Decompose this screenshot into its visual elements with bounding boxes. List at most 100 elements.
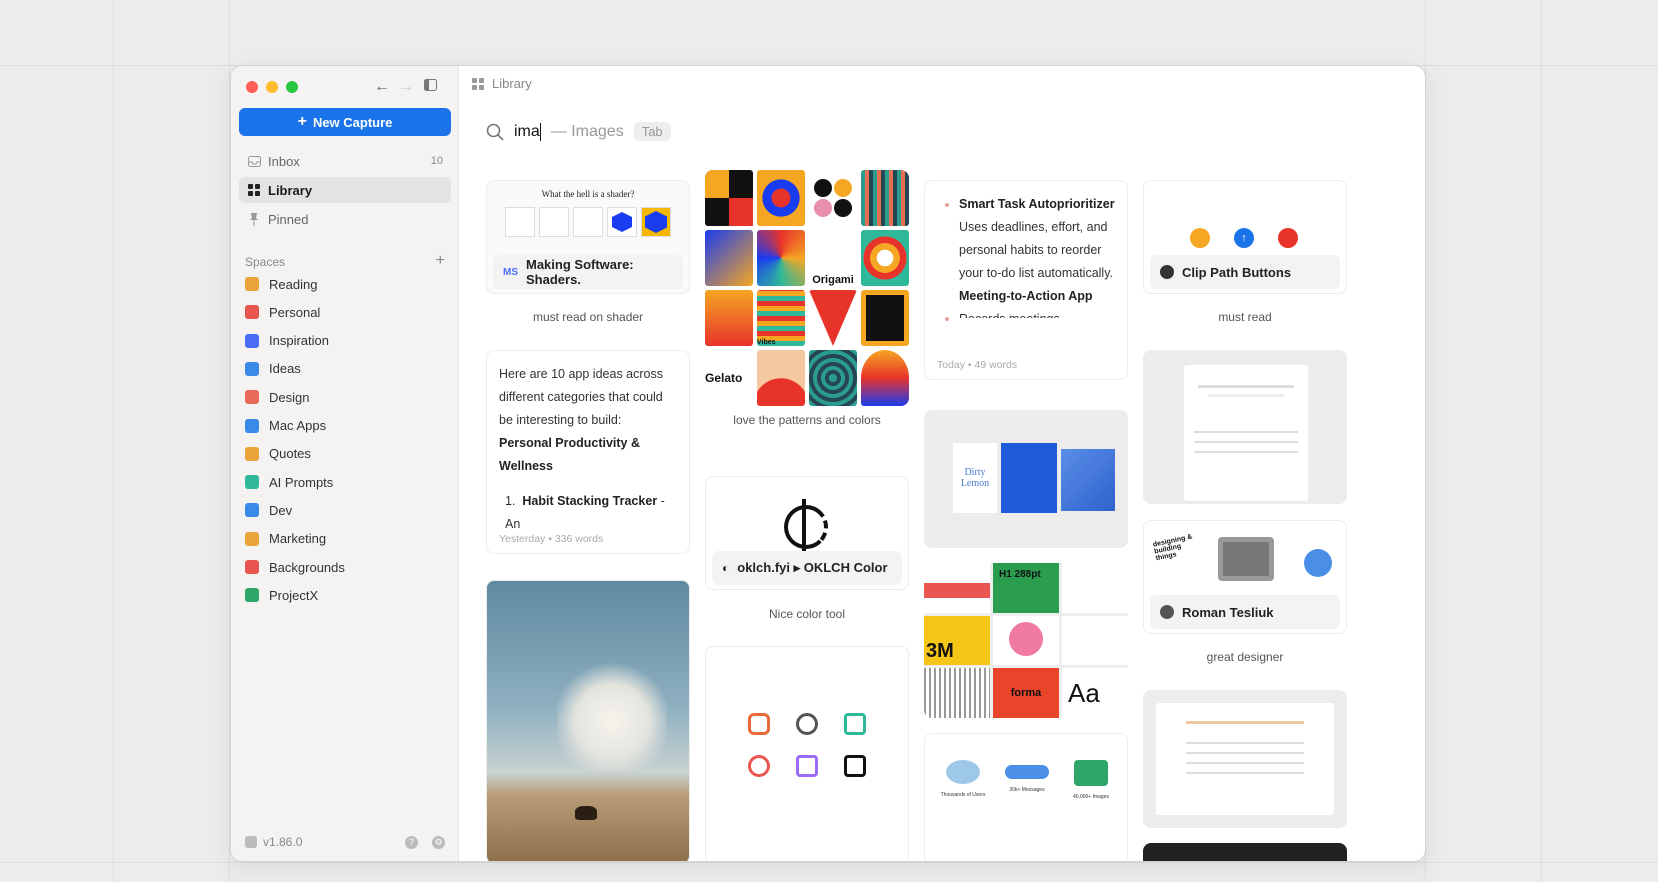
forma-big-label: 3M xyxy=(924,615,990,666)
sidebar-item-label: Ideas xyxy=(269,361,301,377)
sidebar-item-label: Inbox xyxy=(268,153,300,169)
sidebar-item-label: Inspiration xyxy=(269,333,329,349)
oklch-caption: Nice color tool xyxy=(768,607,846,621)
sidebar-footer: v1.86.0 ? ⚙ xyxy=(245,835,445,849)
settings-gear-icon[interactable]: ⚙ xyxy=(432,835,445,849)
dirty-lemon-card[interactable]: Dirty Lemon xyxy=(924,410,1128,548)
blue-texture-thumb xyxy=(1061,449,1115,511)
sidebar-item-ideas[interactable]: Ideas xyxy=(245,357,301,381)
sidebar-item-inbox[interactable]: Inbox 10 xyxy=(239,148,451,174)
stats-row: Thousands of Users 30k+ Messages 40,000+… xyxy=(931,760,1123,800)
icon-grid xyxy=(748,713,892,777)
add-space-plus-icon[interactable]: + xyxy=(436,253,445,269)
bullet-dot xyxy=(945,203,949,207)
oklch-link-pill[interactable]: ◐ oklch.fyi ▸ OKLCH Color xyxy=(712,551,902,585)
sidebar-item-quotes[interactable]: Quotes xyxy=(245,442,311,466)
shader-card[interactable]: What the hell is a shader? MS Making Sof… xyxy=(486,180,690,294)
forward-arrow-icon[interactable]: → xyxy=(395,76,417,98)
shader-link-label: Making Software: Shaders. xyxy=(526,257,634,287)
search-bar[interactable]: ima — Images Tab xyxy=(486,122,671,141)
sidebar-item-label: AI Prompts xyxy=(269,474,334,490)
guide-line xyxy=(0,862,1658,863)
sidebar-item-design[interactable]: Design xyxy=(245,385,309,409)
bell-icon xyxy=(1190,228,1210,248)
cube-icon xyxy=(245,836,257,848)
task-item-title: Meeting-to-Action App xyxy=(959,289,1093,303)
blue-poster-thumb xyxy=(1001,443,1057,513)
forma-brand-label: forma xyxy=(993,668,1059,718)
search-input[interactable]: ima xyxy=(514,123,540,141)
inbox-icon xyxy=(247,154,261,168)
sidebar-item-reading[interactable]: Reading xyxy=(245,272,317,296)
rider-silhouette xyxy=(575,806,597,820)
sidebar-toggle-icon[interactable] xyxy=(419,76,441,98)
spreadsheet-screenshot-card[interactable] xyxy=(1143,690,1347,828)
clip-path-link-label: Clip Path Buttons xyxy=(1182,264,1292,280)
clip-path-card[interactable]: ↑ Clip Path Buttons xyxy=(1143,180,1347,294)
forma-collage: H1 288pt 3M forma Aa xyxy=(924,563,1128,718)
patterns-caption: love the patterns and colors xyxy=(733,413,881,427)
origami-label: Origami xyxy=(809,230,857,286)
roman-profile-card[interactable]: designing & building things Roman Tesliu… xyxy=(1143,520,1347,634)
sidebar-item-label: Marketing xyxy=(269,531,327,547)
desert-horse-image-card[interactable] xyxy=(486,580,690,861)
shader-link-pill[interactable]: MS Making Software: Shaders. xyxy=(493,255,683,289)
back-arrow-icon[interactable]: ← xyxy=(371,76,393,98)
search-scope-hint: — Images xyxy=(550,122,624,140)
sidebar-item-label: Personal xyxy=(269,304,321,320)
sidebar-item-label: Quotes xyxy=(269,446,311,462)
ms-badge-icon: MS xyxy=(503,266,518,278)
oklch-logo-icon xyxy=(784,505,828,549)
icon-set-card[interactable] xyxy=(705,646,909,861)
app-ideas-meta: Yesterday • 336 words xyxy=(499,533,604,545)
designer-sticker: designing & building things xyxy=(1152,533,1193,563)
roman-link-label: Roman Tesliuk xyxy=(1182,604,1274,620)
forma-brand-card[interactable]: H1 288pt 3M forma Aa xyxy=(924,563,1128,718)
app-ideas-card[interactable]: Here are 10 app ideas across different c… xyxy=(486,350,690,554)
space-color-icon xyxy=(245,446,259,461)
shader-article-title: What the hell is a shader? xyxy=(541,189,635,199)
oklch-card[interactable]: ◐ oklch.fyi ▸ OKLCH Color xyxy=(705,476,909,590)
shader-caption: must read on shader xyxy=(532,310,644,324)
new-capture-button[interactable]: + New Capture xyxy=(239,108,451,136)
sidebar-item-marketing[interactable]: Marketing xyxy=(245,527,326,551)
pin-icon xyxy=(247,212,261,226)
cloud-shape xyxy=(557,661,667,771)
version-label: v1.86.0 xyxy=(263,835,303,849)
roman-link-pill[interactable]: Roman Tesliuk xyxy=(1150,595,1340,629)
document-screenshot-card[interactable] xyxy=(1143,350,1347,504)
dark-card-edge[interactable] xyxy=(1143,843,1347,861)
forma-aa-label: Aa xyxy=(1062,668,1128,718)
space-color-icon xyxy=(245,475,259,490)
sidebar-item-mac-apps[interactable]: Mac Apps xyxy=(245,414,326,438)
grid-icon xyxy=(472,77,484,90)
zoom-window-button[interactable] xyxy=(286,81,298,93)
text-cursor xyxy=(539,122,541,141)
patterns-poster-card[interactable]: Origami Vibes Gelato xyxy=(705,170,909,406)
space-color-icon xyxy=(245,333,259,348)
sidebar-item-inspiration[interactable]: Inspiration xyxy=(245,329,329,353)
task-ideas-card[interactable]: Smart Task Autoprioritizer Uses deadline… xyxy=(924,180,1128,380)
main-content: Library ima — Images Tab What the hell i… xyxy=(460,66,1425,861)
bullet-dot xyxy=(945,317,949,321)
sidebar-item-backgrounds[interactable]: Backgrounds xyxy=(245,555,345,579)
sidebar-item-label: Design xyxy=(269,389,310,405)
space-color-icon xyxy=(245,305,259,320)
close-window-button[interactable] xyxy=(246,81,258,93)
sidebar-item-library[interactable]: Library xyxy=(239,177,451,203)
help-icon[interactable]: ? xyxy=(405,835,418,849)
guide-line xyxy=(1541,0,1542,882)
sidebar-item-projectx[interactable]: ProjectX xyxy=(245,583,318,607)
sidebar-item-dev[interactable]: Dev xyxy=(245,498,292,522)
sidebar-item-ai-prompts[interactable]: AI Prompts xyxy=(245,470,333,494)
oklch-link-label: oklch.fyi ▸ OKLCH Color xyxy=(737,560,888,575)
sidebar-item-personal[interactable]: Personal xyxy=(245,300,320,324)
space-color-icon xyxy=(245,560,259,574)
patterns-collage: Origami Vibes Gelato xyxy=(705,170,909,406)
sticker-icons xyxy=(1304,549,1332,577)
minimize-window-button[interactable] xyxy=(266,81,278,93)
clip-path-link-pill[interactable]: Clip Path Buttons xyxy=(1150,255,1340,289)
app-ideas-item-title: Habit Stacking Tracker xyxy=(522,494,658,508)
stats-card[interactable]: Thousands of Users 30k+ Messages 40,000+… xyxy=(924,733,1128,861)
sidebar-item-pinned[interactable]: Pinned xyxy=(239,206,451,232)
